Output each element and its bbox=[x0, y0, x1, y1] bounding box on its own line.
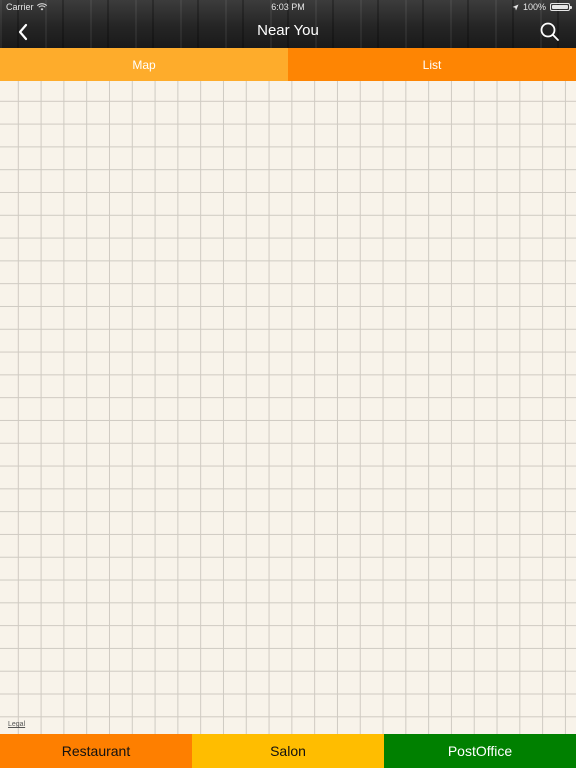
battery-icon bbox=[550, 3, 572, 11]
navigation-header: Carrier 6:03 PM 100% Near You bbox=[0, 0, 576, 48]
battery-percent: 100% bbox=[522, 2, 546, 12]
tab-map[interactable]: Map bbox=[0, 48, 288, 81]
status-bar: Carrier 6:03 PM 100% bbox=[0, 0, 576, 14]
tab-list[interactable]: List bbox=[288, 48, 576, 81]
category-restaurant-button[interactable]: Restaurant bbox=[0, 734, 192, 768]
search-icon bbox=[540, 22, 559, 41]
map-view[interactable]: Legal bbox=[0, 81, 576, 734]
legal-link[interactable]: Legal bbox=[8, 721, 25, 728]
page-title: Near You bbox=[257, 22, 319, 39]
search-button[interactable] bbox=[538, 20, 562, 44]
status-time: 6:03 PM bbox=[271, 2, 305, 12]
view-segmented-control: Map List bbox=[0, 48, 576, 81]
category-bar: Restaurant Salon PostOffice bbox=[0, 734, 576, 768]
category-salon-button[interactable]: Salon bbox=[192, 734, 384, 768]
status-right: 100% bbox=[512, 2, 572, 12]
location-arrow-icon bbox=[512, 4, 519, 10]
category-postoffice-button[interactable]: PostOffice bbox=[384, 734, 576, 768]
